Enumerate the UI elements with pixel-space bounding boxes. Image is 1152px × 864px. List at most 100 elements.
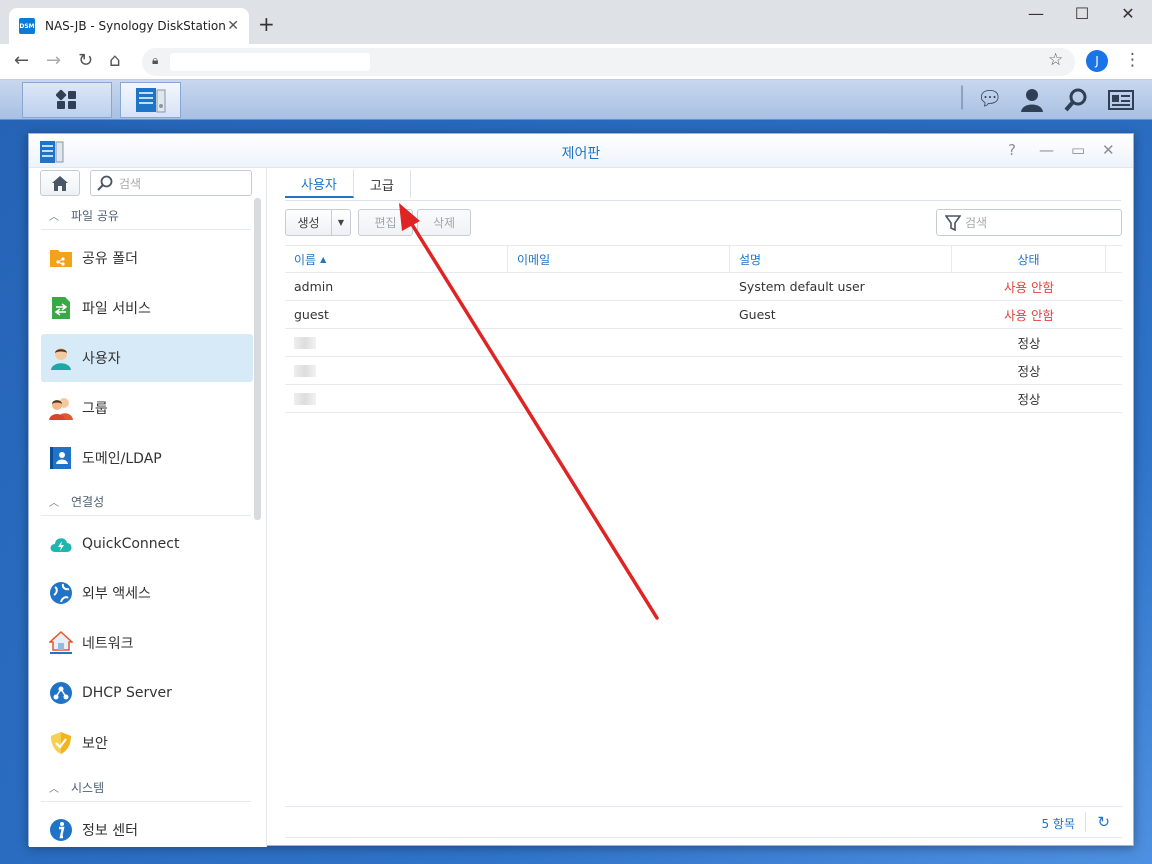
blurred-name	[294, 336, 316, 349]
sidebar-item-file-services[interactable]: 파일 서비스	[41, 284, 253, 332]
forward-icon[interactable]: →	[46, 50, 61, 71]
browser-minimize-icon[interactable]: —	[1013, 4, 1059, 23]
blurred-name	[294, 364, 316, 377]
user-search-input[interactable]: 검색	[936, 209, 1122, 236]
home-button[interactable]	[40, 170, 80, 196]
notifications-chat-icon[interactable]: 💬︎	[977, 86, 1002, 110]
table-row[interactable]: admin System default user 사용 안함	[285, 273, 1122, 301]
sidebar-item-label: DHCP Server	[82, 685, 172, 701]
cell-status: 사용 안함	[1004, 308, 1054, 323]
sidebar-item-label: 네트워크	[82, 636, 134, 652]
minimize-icon[interactable]: —	[1039, 141, 1054, 159]
section-label: 파일 공유	[71, 209, 119, 223]
delete-button[interactable]: 삭제	[417, 209, 471, 236]
sidebar-scrollbar[interactable]	[254, 198, 261, 520]
sidebar-item-label: 정보 센터	[82, 823, 138, 839]
create-button[interactable]: 생성	[285, 209, 332, 236]
new-tab-icon[interactable]: +	[258, 12, 275, 36]
sidebar-item-label: 그룹	[82, 401, 108, 417]
table-row[interactable]: 정상	[285, 357, 1122, 385]
reload-icon[interactable]: ↻	[78, 50, 93, 71]
widgets-icon[interactable]	[1108, 90, 1134, 110]
table-row[interactable]: guest Guest 사용 안함	[285, 301, 1122, 329]
footer-divider	[1085, 812, 1086, 832]
sidebar-item-network[interactable]: 네트워크	[41, 619, 253, 667]
edit-button[interactable]: 편집	[358, 209, 413, 236]
table-row[interactable]: 정상	[285, 329, 1122, 357]
main-menu-button[interactable]	[22, 82, 112, 118]
cell-name: guest	[294, 307, 329, 322]
sidebar-item-domain-ldap[interactable]: 도메인/LDAP	[41, 434, 253, 482]
dsm-taskbar: | 💬︎	[0, 80, 1152, 120]
section-connectivity[interactable]: ︿ 연결성	[41, 488, 251, 516]
tab-advanced[interactable]: 고급	[354, 170, 411, 198]
column-header-description[interactable]: 설명	[730, 246, 952, 272]
main-menu-icon	[56, 89, 76, 109]
sidebar-search-input[interactable]: 검색	[90, 170, 252, 196]
refresh-icon[interactable]: ↻	[1097, 813, 1110, 831]
close-icon[interactable]: ✕	[1102, 141, 1115, 159]
browser-close-icon[interactable]: ✕	[1105, 4, 1151, 23]
profile-avatar[interactable]: J	[1086, 50, 1108, 72]
browser-tab[interactable]: DSM NAS-JB - Synology DiskStation ✕	[9, 8, 249, 44]
taskbar-control-panel-button[interactable]	[120, 82, 181, 118]
tab-title: NAS-JB - Synology DiskStation	[45, 19, 226, 33]
column-header-name[interactable]: 이름 ▲	[285, 246, 508, 272]
sidebar-item-shared-folder[interactable]: 공유 폴더	[41, 234, 253, 282]
table-footer: 5 항목 ↻	[285, 806, 1122, 838]
column-header-status[interactable]: 상태	[952, 246, 1106, 272]
tab-close-icon[interactable]: ✕	[227, 18, 239, 34]
sidebar-item-label: 보안	[82, 736, 108, 752]
chevron-up-icon: ︿	[49, 498, 59, 509]
external-access-icon	[50, 582, 72, 604]
lock-icon: 🔒︎	[152, 53, 159, 67]
tab-bar: 사용자 고급	[285, 168, 411, 200]
chevron-down-icon: ▼	[337, 218, 345, 227]
browser-toolbar: ← → ↻ ⌂ 🔒︎ ☆ J ⋮	[0, 44, 1152, 80]
browser-titlebar: DSM NAS-JB - Synology DiskStation ✕ + — …	[0, 0, 1152, 44]
sidebar-item-label: 사용자	[82, 351, 121, 367]
window-header[interactable]: 제어판 ? — ▭ ✕	[29, 134, 1133, 168]
blurred-name	[294, 392, 316, 405]
cell-name: admin	[294, 279, 334, 294]
item-count: 5 항목	[1041, 817, 1075, 831]
sidebar-item-group[interactable]: 그룹	[41, 384, 253, 432]
sidebar: 검색 ︿ 파일 공유 공유 폴더 파일 서비스 사용자 그룹 도메인/LDAP …	[29, 168, 267, 847]
user-profile-icon[interactable]	[1020, 88, 1044, 112]
search-icon[interactable]	[1064, 88, 1088, 112]
kebab-menu-icon[interactable]: ⋮	[1124, 50, 1141, 70]
sidebar-item-external-access[interactable]: 외부 액세스	[41, 569, 253, 617]
address-bar[interactable]: 🔒︎	[142, 48, 1075, 76]
sidebar-item-dhcp-server[interactable]: DHCP Server	[41, 669, 253, 717]
url-redacted	[170, 53, 370, 71]
column-header-email[interactable]: 이메일	[508, 246, 730, 272]
browser-maximize-icon[interactable]: ☐	[1059, 4, 1105, 23]
cell-email	[508, 357, 730, 384]
window-title: 제어판	[561, 146, 601, 162]
control-panel-window: 제어판 ? — ▭ ✕ 검색 ︿ 파일 공유 공유 폴더 파일 서비스 사용자 …	[28, 133, 1134, 847]
tab-user[interactable]: 사용자	[285, 170, 354, 198]
cell-description	[730, 385, 952, 412]
sidebar-item-quickconnect[interactable]: QuickConnect	[41, 520, 253, 568]
sidebar-item-info-center[interactable]: 정보 센터	[41, 806, 253, 847]
column-header-spacer	[1106, 246, 1122, 272]
maximize-icon[interactable]: ▭	[1071, 141, 1085, 159]
star-icon[interactable]: ☆	[1048, 50, 1063, 70]
cell-email	[508, 301, 730, 328]
info-center-icon	[50, 819, 72, 841]
home-icon[interactable]: ⌂	[109, 50, 120, 71]
cell-status: 정상	[1017, 364, 1041, 379]
help-icon[interactable]: ?	[1008, 141, 1016, 159]
sort-asc-icon: ▲	[320, 254, 327, 264]
table-row[interactable]: 정상	[285, 385, 1122, 413]
create-dropdown-button[interactable]: ▼	[331, 209, 351, 236]
cell-description	[730, 329, 952, 356]
control-panel-icon	[135, 88, 165, 113]
section-system[interactable]: ︿ 시스템	[41, 774, 251, 802]
sidebar-item-security[interactable]: 보안	[41, 719, 253, 767]
section-label: 연결성	[71, 495, 105, 509]
section-file-sharing[interactable]: ︿ 파일 공유	[41, 202, 251, 230]
user-table: 이름 ▲ 이메일 설명 상태 admin System default user …	[285, 245, 1122, 413]
sidebar-item-user[interactable]: 사용자	[41, 334, 253, 382]
back-icon[interactable]: ←	[14, 50, 29, 71]
